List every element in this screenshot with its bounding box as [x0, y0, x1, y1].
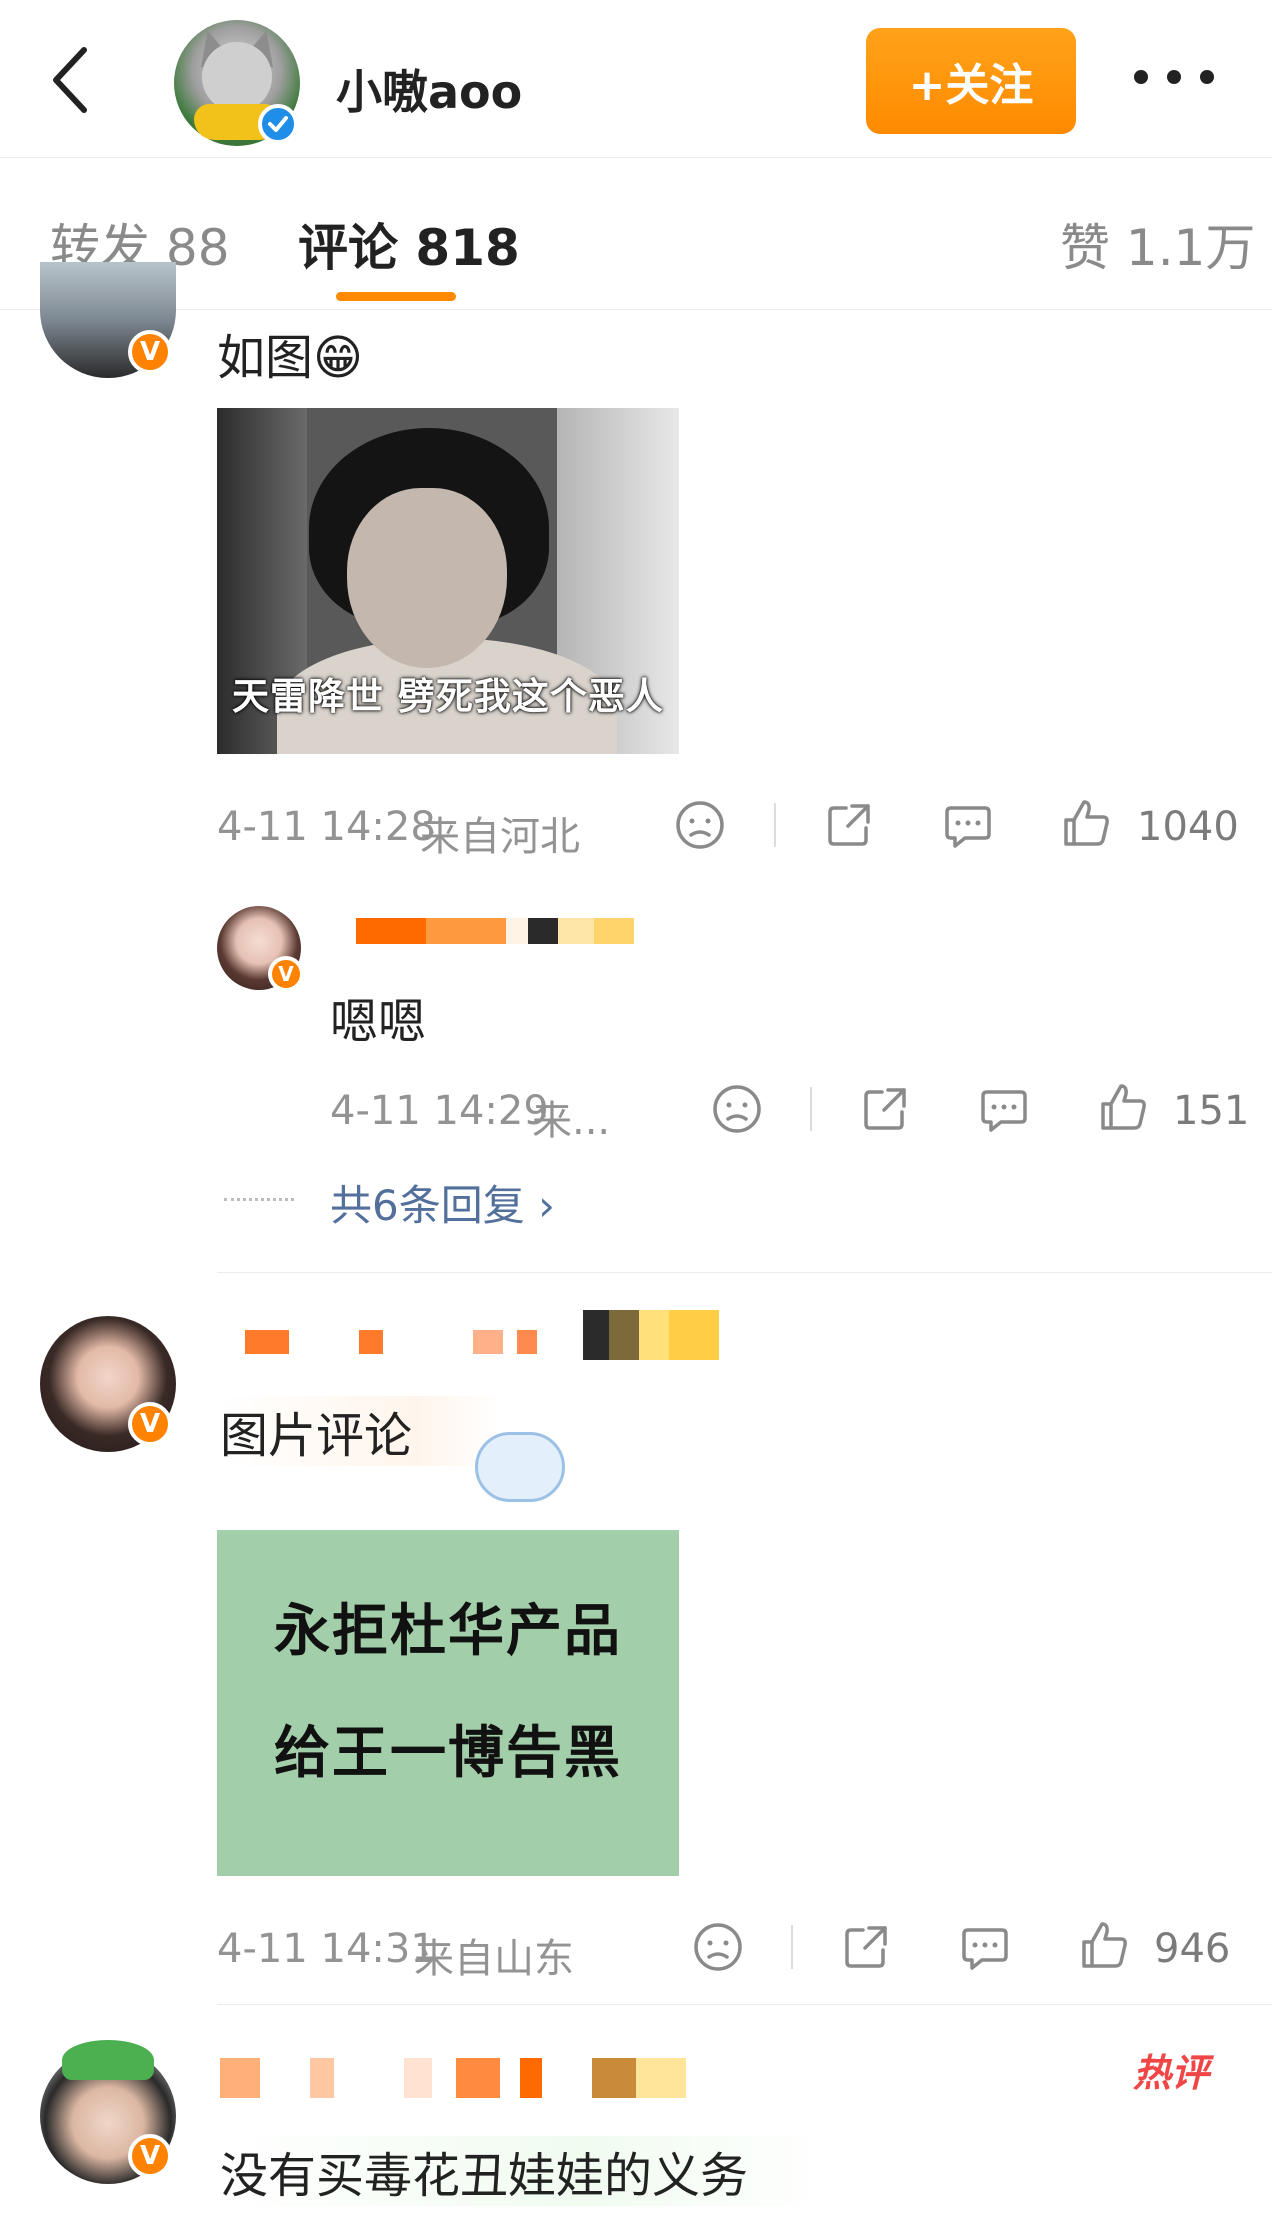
action-divider	[774, 803, 776, 847]
more-options-icon[interactable]	[1134, 70, 1214, 90]
verified-blue-icon	[258, 104, 298, 144]
like-count: 946	[1154, 1926, 1231, 1972]
image-text-line: 永拒杜华产品	[274, 1599, 622, 1664]
back-arrow-icon[interactable]	[44, 40, 100, 120]
comment-bubble-icon[interactable]	[958, 1920, 1012, 1974]
verified-orange-icon: V	[128, 330, 172, 374]
comment-time: 4-11 14:31	[217, 1926, 436, 1972]
verified-orange-icon: V	[128, 2134, 172, 2178]
comment-bubble-icon[interactable]	[977, 1082, 1031, 1136]
image-caption: 天雷降世 劈死我这个恶人	[232, 675, 664, 718]
image-text-line: 给王一博告黑	[274, 1721, 622, 1786]
comment-text: 没有买毒花丑娃娃的义务	[220, 2136, 829, 2206]
comment-divider	[217, 2004, 1272, 2005]
verified-orange-icon: V	[128, 1402, 172, 1446]
comment-location: 来自山东	[414, 1936, 574, 1982]
top-bar: 小嗷aoo +关注	[0, 0, 1272, 158]
dislike-face-icon[interactable]	[673, 798, 727, 852]
tab-likes[interactable]: 赞 1.1万	[1060, 208, 1255, 280]
action-divider	[791, 1925, 793, 1969]
reply-text: 嗯嗯	[330, 994, 427, 1050]
share-icon[interactable]	[822, 798, 876, 852]
comment-image[interactable]: 永拒杜华产品 给王一博告黑	[217, 1530, 679, 1876]
dislike-face-icon[interactable]	[710, 1082, 764, 1136]
sticker-decoration	[475, 1432, 565, 1502]
author-name[interactable]: 小嗷aoo	[336, 56, 522, 122]
like-thumb-icon[interactable]	[1097, 1080, 1151, 1134]
view-replies-link[interactable]: 共6条回复 ›	[330, 1172, 555, 1233]
reply-dots	[224, 1198, 294, 1201]
redacted-username	[356, 918, 634, 944]
action-divider	[810, 1087, 812, 1131]
post-tabs: 转发 88 评论 818 赞 1.1万	[0, 158, 1272, 310]
tab-comments[interactable]: 评论 818	[298, 208, 520, 280]
active-tab-indicator	[336, 292, 456, 301]
comment-divider	[217, 1272, 1272, 1273]
like-thumb-icon[interactable]	[1078, 1918, 1132, 1972]
share-icon[interactable]	[839, 1920, 893, 1974]
dislike-face-icon[interactable]	[691, 1920, 745, 1974]
comment-time: 4-11 14:28	[217, 804, 436, 850]
like-count: 1040	[1137, 804, 1239, 850]
reply-location: 来...	[532, 1098, 611, 1144]
comment-bubble-icon[interactable]	[941, 798, 995, 852]
follow-button[interactable]: +关注	[866, 28, 1076, 134]
like-thumb-icon[interactable]	[1060, 796, 1114, 850]
share-icon[interactable]	[858, 1082, 912, 1136]
comment-text: 图片评论	[220, 1396, 503, 1466]
comment-text: 如图😁	[217, 330, 364, 386]
comment-location: 来自河北	[420, 814, 580, 860]
verified-orange-icon: V	[268, 956, 304, 992]
redacted-username	[583, 1310, 719, 1360]
comment-image[interactable]: 天雷降世 劈死我这个恶人	[217, 408, 679, 754]
like-count: 151	[1173, 1088, 1250, 1134]
avatar-hat-decoration	[62, 2040, 154, 2080]
redacted-username	[220, 2058, 686, 2098]
redacted-username	[245, 1330, 537, 1354]
hot-comment-badge: 热评	[1133, 2051, 1210, 2095]
reply-time: 4-11 14:29	[330, 1088, 549, 1134]
author-avatar[interactable]	[174, 20, 300, 146]
